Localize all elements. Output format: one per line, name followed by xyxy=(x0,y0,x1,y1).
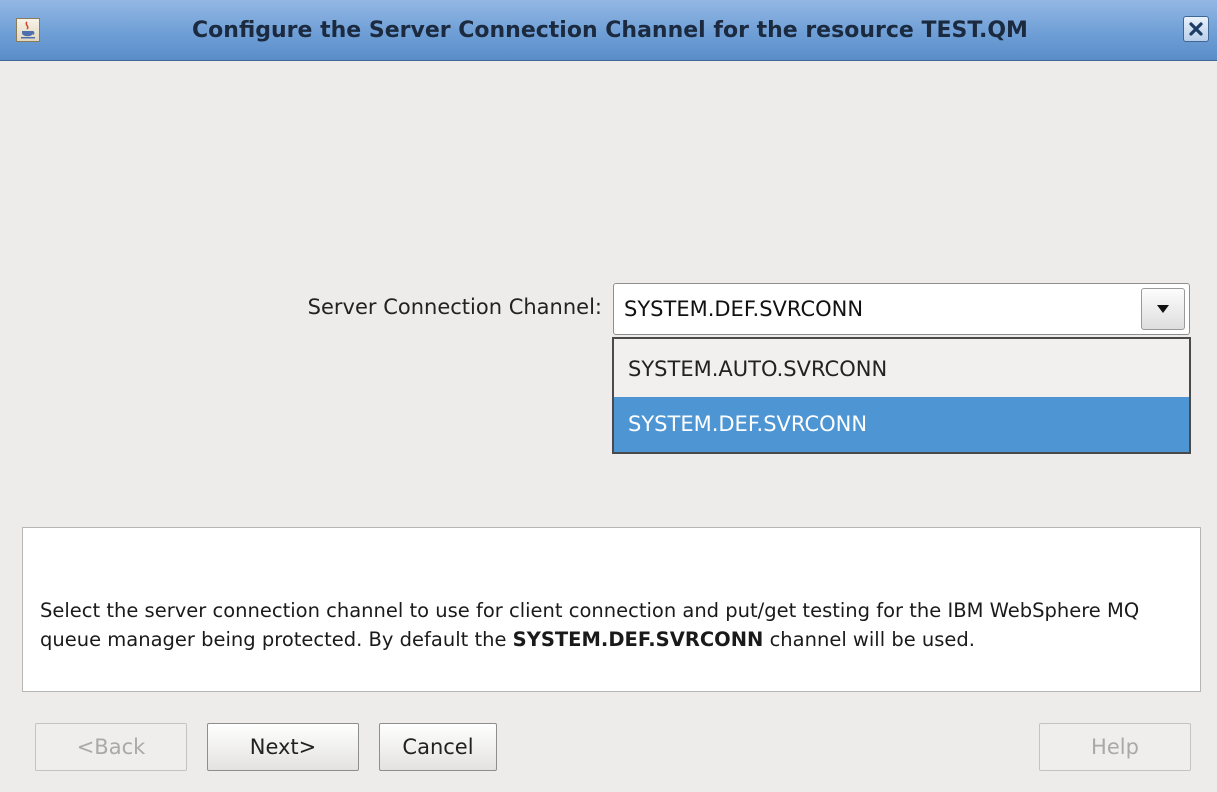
description-part-2: channel will be used. xyxy=(763,628,975,651)
java-cup-glyph xyxy=(21,21,35,39)
cancel-button[interactable]: Cancel xyxy=(379,723,497,771)
back-button[interactable]: <Back xyxy=(35,723,187,771)
server-connection-channel-combo[interactable]: SYSTEM.DEF.SVRCONN xyxy=(613,283,1190,335)
title-bar[interactable]: Configure the Server Connection Channel … xyxy=(0,0,1217,61)
close-button[interactable] xyxy=(1183,16,1209,42)
list-item-system-def-svrconn[interactable]: SYSTEM.DEF.SVRCONN xyxy=(614,397,1189,452)
triangle-down-icon xyxy=(1157,305,1169,313)
list-item-system-auto-svrconn[interactable]: SYSTEM.AUTO.SVRCONN xyxy=(614,342,1189,397)
next-button[interactable]: Next> xyxy=(207,723,359,771)
server-connection-channel-label: Server Connection Channel: xyxy=(307,295,602,319)
java-app-icon[interactable] xyxy=(16,18,40,42)
close-icon xyxy=(1189,22,1203,36)
window-title: Configure the Server Connection Channel … xyxy=(192,18,1028,43)
description-bold-channel: SYSTEM.DEF.SVRCONN xyxy=(512,628,764,651)
description-text: Select the server connection channel to … xyxy=(40,596,1180,654)
channel-dropdown-list[interactable]: SYSTEM.AUTO.SVRCONN SYSTEM.DEF.SVRCONN xyxy=(612,337,1191,454)
description-panel: Select the server connection channel to … xyxy=(22,527,1201,692)
dropdown-arrow-button[interactable] xyxy=(1141,288,1185,330)
help-button[interactable]: Help xyxy=(1039,723,1191,771)
combo-selected-value: SYSTEM.DEF.SVRCONN xyxy=(624,297,864,321)
